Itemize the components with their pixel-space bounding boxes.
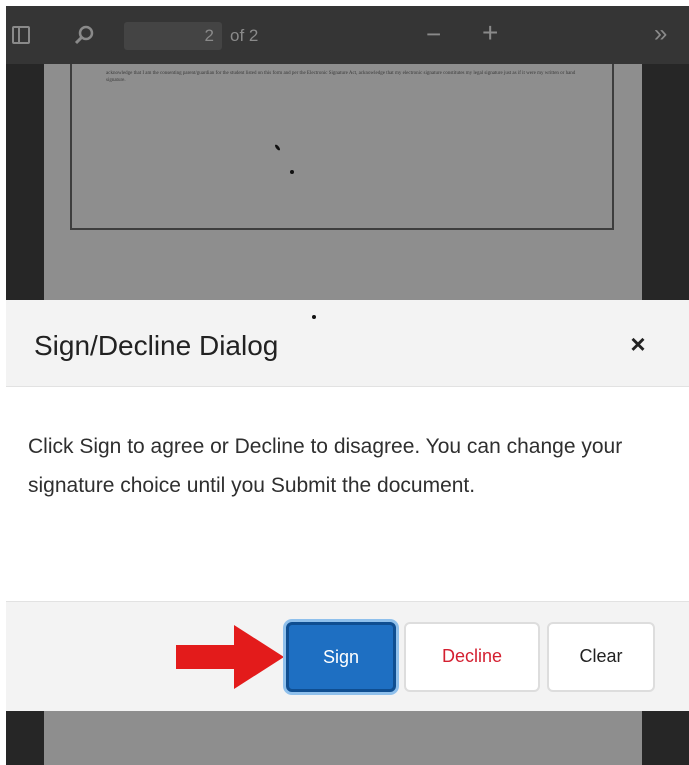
sidebar-toggle-icon[interactable] [12, 26, 30, 44]
sign-button[interactable]: Sign [286, 622, 396, 692]
next-page-preview [44, 711, 642, 765]
clear-button[interactable]: Clear [547, 622, 655, 692]
search-icon[interactable] [74, 24, 96, 46]
zoom-in-icon[interactable]: + [482, 19, 498, 47]
page-total-label: of 2 [230, 26, 259, 45]
stray-mark [312, 315, 316, 319]
red-arrow-icon [176, 625, 284, 689]
decline-button[interactable]: Decline [404, 622, 540, 692]
dialog-body: Click Sign to agree or Decline to disagr… [6, 387, 689, 601]
pdf-toolbar: 2 of 2 − + » [6, 6, 689, 64]
pdf-viewer: acknowledge that I am the consenting par… [0, 0, 689, 765]
document-page: acknowledge that I am the consenting par… [44, 60, 642, 300]
stray-mark [290, 170, 294, 174]
dialog-title: Sign/Decline Dialog [34, 330, 279, 361]
dialog-header: Sign/Decline Dialog × [6, 300, 689, 387]
signature-box [70, 60, 614, 230]
page-number-input[interactable]: 2 [124, 22, 222, 50]
more-tools-icon[interactable]: » [654, 20, 667, 48]
close-icon[interactable]: × [622, 328, 654, 360]
zoom-out-icon[interactable]: − [426, 20, 441, 48]
dialog-footer: Sign Decline Clear [6, 601, 689, 711]
document-text: acknowledge that I am the consenting par… [106, 71, 576, 83]
dialog-message: Click Sign to agree or Decline to disagr… [28, 435, 623, 497]
